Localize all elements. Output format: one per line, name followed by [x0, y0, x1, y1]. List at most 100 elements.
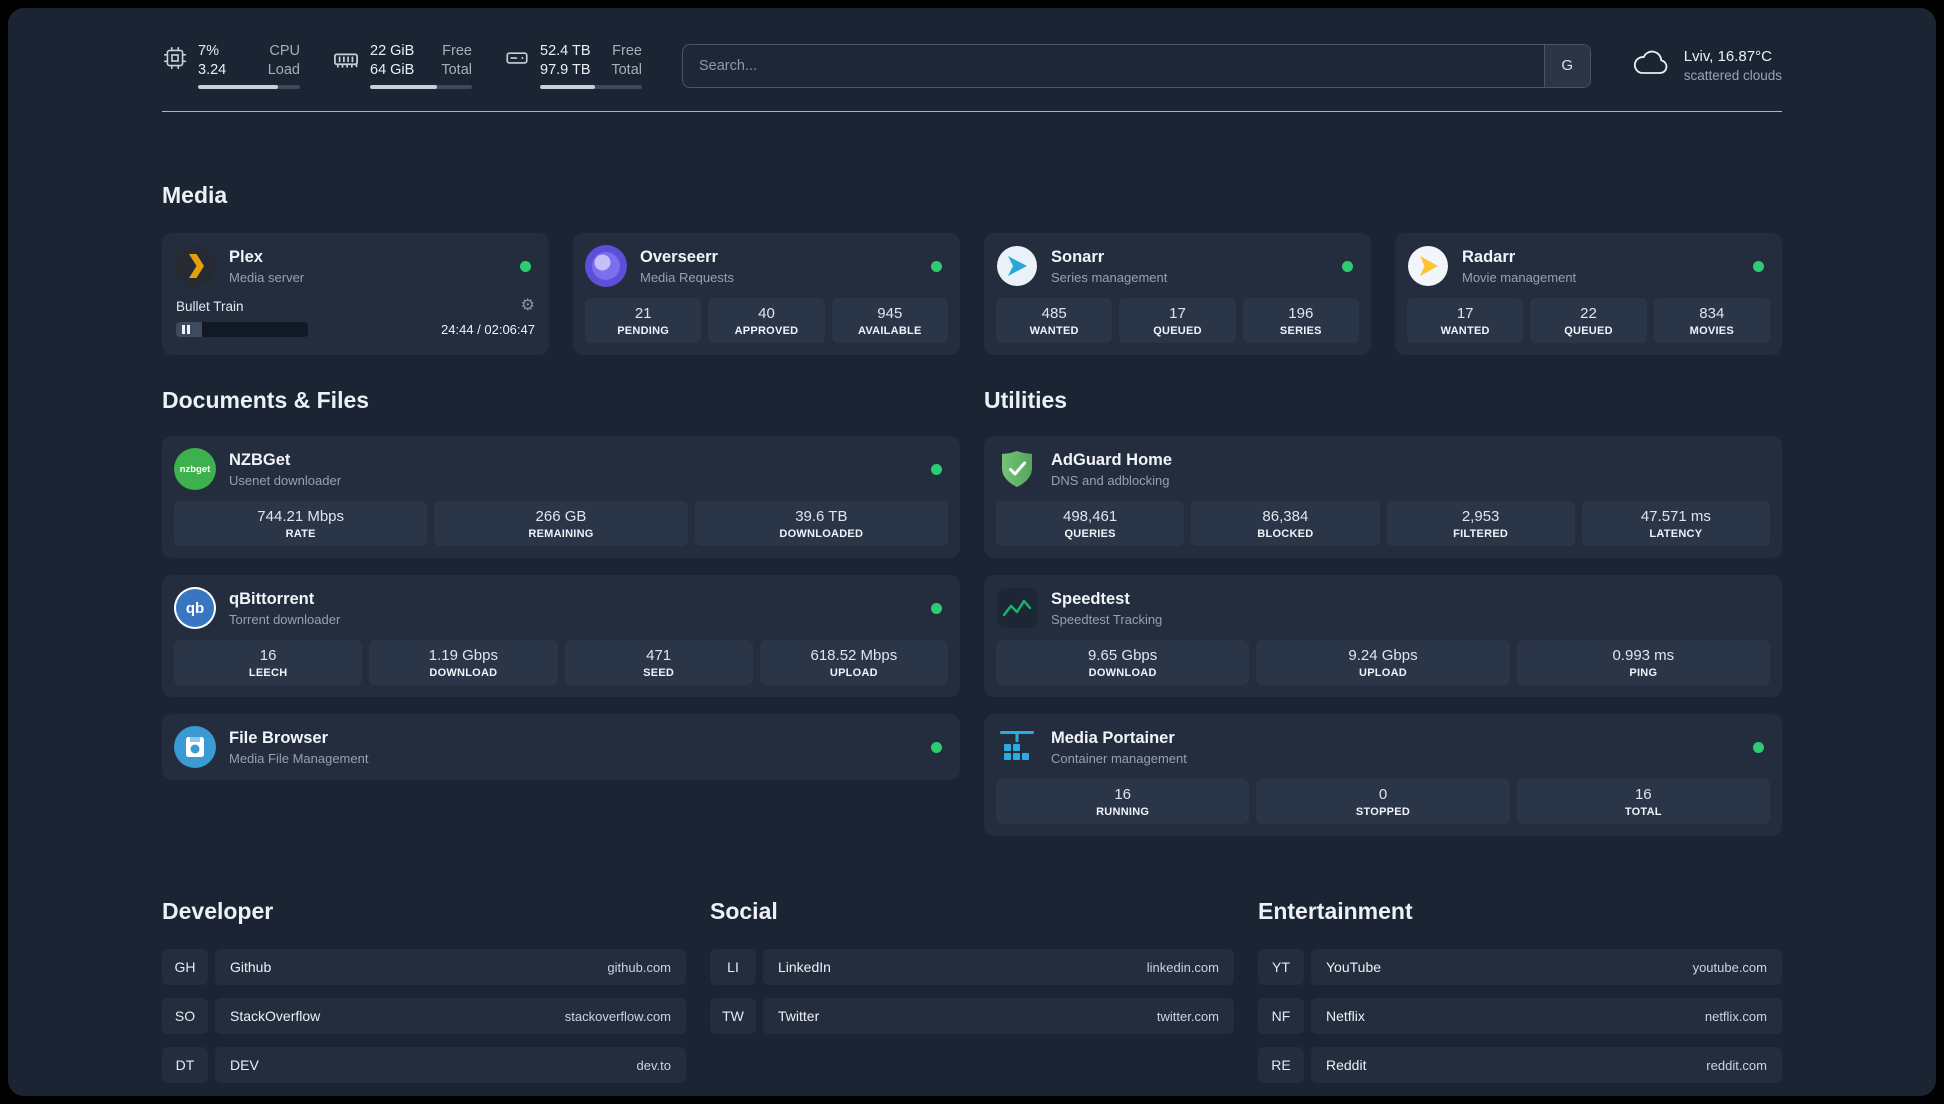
stat-value: 39.6 TB — [795, 508, 848, 526]
stat-label: UPLOAD — [829, 667, 878, 680]
bookmark-abbr: SO — [162, 998, 208, 1035]
bookmark-abbr: TW — [710, 998, 756, 1035]
bookmark-url: youtube.com — [1692, 959, 1767, 975]
stat-ping: 0.993 ms PING — [1516, 640, 1770, 686]
bookmark-row-github[interactable]: GH Github github.com — [162, 949, 686, 986]
filebrowser-icon — [174, 726, 216, 769]
service-card-portainer[interactable]: Media Portainer Container management 16 R… — [984, 714, 1782, 837]
now-playing-title: Bullet Train — [176, 298, 244, 314]
service-card-filebrowser[interactable]: File Browser Media File Management — [162, 714, 960, 781]
bookmark-row-reddit[interactable]: RE Reddit reddit.com — [1258, 1047, 1782, 1084]
service-card-nzbget[interactable]: nzbget NZBGet Usenet downloader 744.21 M… — [162, 436, 960, 559]
stat-wanted: 17 WANTED — [1407, 298, 1524, 344]
disk-total-label: Total — [611, 62, 642, 79]
section-utilities: Utilities AdGuard Home DNS and adblockin… — [984, 387, 1782, 837]
bookmark-name: LinkedIn — [778, 959, 831, 976]
stat-label: TOTAL — [1624, 806, 1662, 819]
memory-total-value: 64 GiB — [370, 62, 415, 79]
cpu-resource-widget: 7% CPU 3.24 Load — [162, 42, 300, 90]
stat-value: 17 — [1169, 305, 1186, 323]
service-name: qBittorrent — [229, 589, 315, 608]
sonarr-icon — [996, 245, 1038, 287]
stat-label: DOWNLOAD — [1088, 667, 1157, 680]
stat-value: 618.52 Mbps — [810, 647, 898, 665]
stat-value: 0.993 ms — [1612, 647, 1675, 665]
bookmark-abbr: DT — [162, 1047, 208, 1084]
service-card-plex[interactable]: Plex Media server Bullet Train ⚙ 24:44 /… — [162, 233, 549, 356]
stat-value: 471 — [646, 647, 672, 665]
status-dot — [520, 260, 531, 272]
stat-queued: 17 QUEUED — [1119, 298, 1236, 344]
service-card-overseerr[interactable]: Overseerr Media Requests 21 PENDING 40 APP… — [573, 233, 960, 356]
service-subtitle: Movie management — [1462, 269, 1577, 285]
playback-progress-bar[interactable] — [176, 322, 308, 338]
bookmark-row-netflix[interactable]: NF Netflix netflix.com — [1258, 998, 1782, 1035]
stat-value: 16 — [1634, 786, 1652, 804]
bookmark-row-linkedin[interactable]: LI LinkedIn linkedin.com — [710, 949, 1234, 986]
memory-free-value: 22 GiB — [370, 43, 415, 59]
bookmark-group-social: Social LI LinkedIn linkedin.com TW Twitte… — [710, 898, 1234, 1083]
service-card-adguard[interactable]: AdGuard Home DNS and adblocking 498,461 Q… — [984, 436, 1782, 559]
stat-value: 2,953 — [1461, 508, 1500, 526]
stat-value: 40 — [758, 305, 775, 323]
stat-label: MOVIES — [1689, 325, 1734, 338]
weather-widget: Lviv, 16.87°C scattered clouds — [1631, 48, 1782, 83]
section-title-developer: Developer — [162, 898, 274, 925]
stat-upload: 618.52 Mbps UPLOAD — [759, 640, 948, 686]
disk-total-value: 97.9 TB — [540, 62, 591, 79]
stat-queries: 498,461 QUERIES — [996, 501, 1185, 547]
bookmark-name: YouTube — [1326, 959, 1382, 976]
memory-progress-bar — [370, 85, 472, 90]
topbar-divider — [162, 111, 1782, 113]
bookmark-url: github.com — [607, 959, 671, 975]
bookmark-abbr: GH — [162, 949, 208, 986]
bookmark-row-youtube[interactable]: YT YouTube youtube.com — [1258, 949, 1782, 986]
service-name: File Browser — [229, 728, 329, 747]
stat-download: 9.65 Gbps DOWNLOAD — [996, 640, 1250, 686]
section-title-entertainment: Entertainment — [1258, 898, 1413, 925]
service-card-radarr[interactable]: Radarr Movie management 17 WANTED 22 QUEUE… — [1395, 233, 1782, 356]
stat-label: SEED — [643, 667, 675, 680]
status-dot — [1342, 260, 1353, 272]
weather-condition: scattered clouds — [1683, 68, 1782, 84]
disk-free-value: 52.4 TB — [540, 43, 591, 59]
stat-seed: 471 SEED — [564, 640, 753, 686]
bookmark-row-stackoverflow[interactable]: SO StackOverflow stackoverflow.com — [162, 998, 686, 1035]
bookmark-abbr: RE — [1258, 1047, 1304, 1084]
stat-label: QUEUED — [1564, 325, 1613, 338]
stat-value: 16 — [259, 647, 277, 665]
status-dot — [931, 602, 942, 614]
stat-running: 16 RUNNING — [996, 779, 1250, 825]
service-name: AdGuard Home — [1051, 450, 1173, 469]
stat-label: DOWNLOADED — [779, 528, 864, 541]
stat-label: STOPPED — [1355, 806, 1411, 819]
bookmark-abbr: NF — [1258, 998, 1304, 1035]
stat-label: BLOCKED — [1257, 528, 1314, 541]
stat-download: 1.19 Gbps DOWNLOAD — [369, 640, 558, 686]
stat-upload: 9.24 Gbps UPLOAD — [1256, 640, 1510, 686]
stat-label: SERIES — [1279, 325, 1322, 338]
stat-label: LEECH — [248, 667, 288, 680]
service-name: Overseerr — [640, 247, 718, 266]
nzbget-icon: nzbget — [174, 448, 216, 491]
service-card-sonarr[interactable]: Sonarr Series management 485 WANTED 17 QUE… — [984, 233, 1371, 356]
bookmark-row-dev[interactable]: DT DEV dev.to — [162, 1047, 686, 1084]
stat-value: 498,461 — [1063, 508, 1118, 526]
bookmark-url: netflix.com — [1704, 1008, 1767, 1024]
status-dot — [1753, 260, 1764, 272]
service-subtitle: Media File Management — [229, 750, 369, 766]
service-card-speedtest[interactable]: Speedtest Speedtest Tracking 9.65 Gbps DO… — [984, 575, 1782, 698]
pause-icon — [182, 325, 190, 335]
gear-icon[interactable]: ⚙ — [521, 298, 535, 314]
topbar: 7% CPU 3.24 Load 22 GiB Free 64 GiB Total — [162, 42, 1782, 90]
status-dot — [931, 741, 942, 753]
disk-progress-bar — [540, 85, 642, 90]
bookmark-name: Twitter — [778, 1008, 820, 1025]
service-card-qbittorrent[interactable]: qb qBittorrent Torrent downloader 16 LEEC… — [162, 575, 960, 698]
qbittorrent-icon: qb — [174, 587, 216, 630]
search-provider-button[interactable]: G — [1543, 44, 1590, 87]
bookmark-row-twitter[interactable]: TW Twitter twitter.com — [710, 998, 1234, 1035]
bookmark-url: linkedin.com — [1146, 959, 1219, 975]
search-input[interactable] — [683, 44, 1544, 87]
adguard-icon — [996, 448, 1038, 490]
